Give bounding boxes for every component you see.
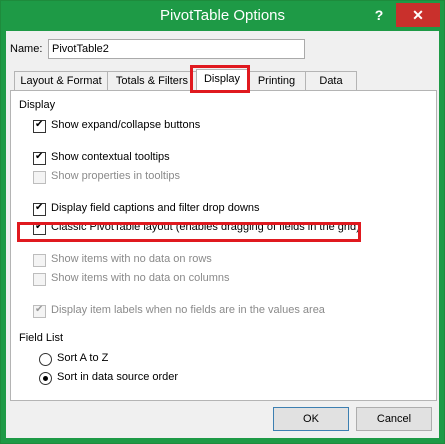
display-tab-highlight [190,65,250,93]
tab-layout-format[interactable]: Layout & Format [14,71,108,90]
checkbox-label: Show properties in tooltips [51,170,181,182]
pivottable-options-dialog: PivotTable Options ? ✕ Name: PivotTable2… [0,0,445,444]
help-button[interactable]: ? [371,5,387,25]
close-button[interactable]: ✕ [396,3,440,27]
tab-printing[interactable]: Printing [247,71,306,90]
checkbox-box[interactable] [33,171,46,184]
display-section-label: Display [19,99,56,111]
checkbox-label: Show items with no data on rows [51,253,212,265]
checkbox-box[interactable] [33,202,46,216]
checkbox-label: Show contextual tooltips [51,151,170,163]
ok-button[interactable]: OK [273,407,349,431]
display-tab-panel: Display Show expand/collapse buttons Sho… [10,90,437,401]
checkbox-label: Show expand/collapse buttons [51,119,201,131]
checkbox-label: Display item labels when no fields are i… [51,304,325,316]
radio-dot[interactable] [39,353,52,366]
classic-layout-highlight [17,222,361,242]
checkbox-label: Show items with no data on columns [51,272,230,284]
checkbox-box[interactable] [33,254,46,267]
field-list-section-label: Field List [19,332,64,344]
tab-totals-filters[interactable]: Totals & Filters [107,71,197,90]
checkbox-box[interactable] [33,119,46,133]
checkbox-box[interactable] [33,151,46,165]
checkbox-box[interactable] [33,304,46,318]
name-label: Name: [10,43,43,55]
radio-dot[interactable] [39,372,52,385]
tab-data[interactable]: Data [305,71,357,90]
radio-label: Sort in data source order [57,371,179,383]
title-bar[interactable]: PivotTable Options ? ✕ [1,1,444,31]
radio-label: Sort A to Z [57,352,109,364]
name-input[interactable]: PivotTable2 [48,39,305,59]
checkbox-box[interactable] [33,273,46,286]
cancel-button[interactable]: Cancel [356,407,432,431]
checkbox-label: Display field captions and filter drop d… [51,202,260,214]
